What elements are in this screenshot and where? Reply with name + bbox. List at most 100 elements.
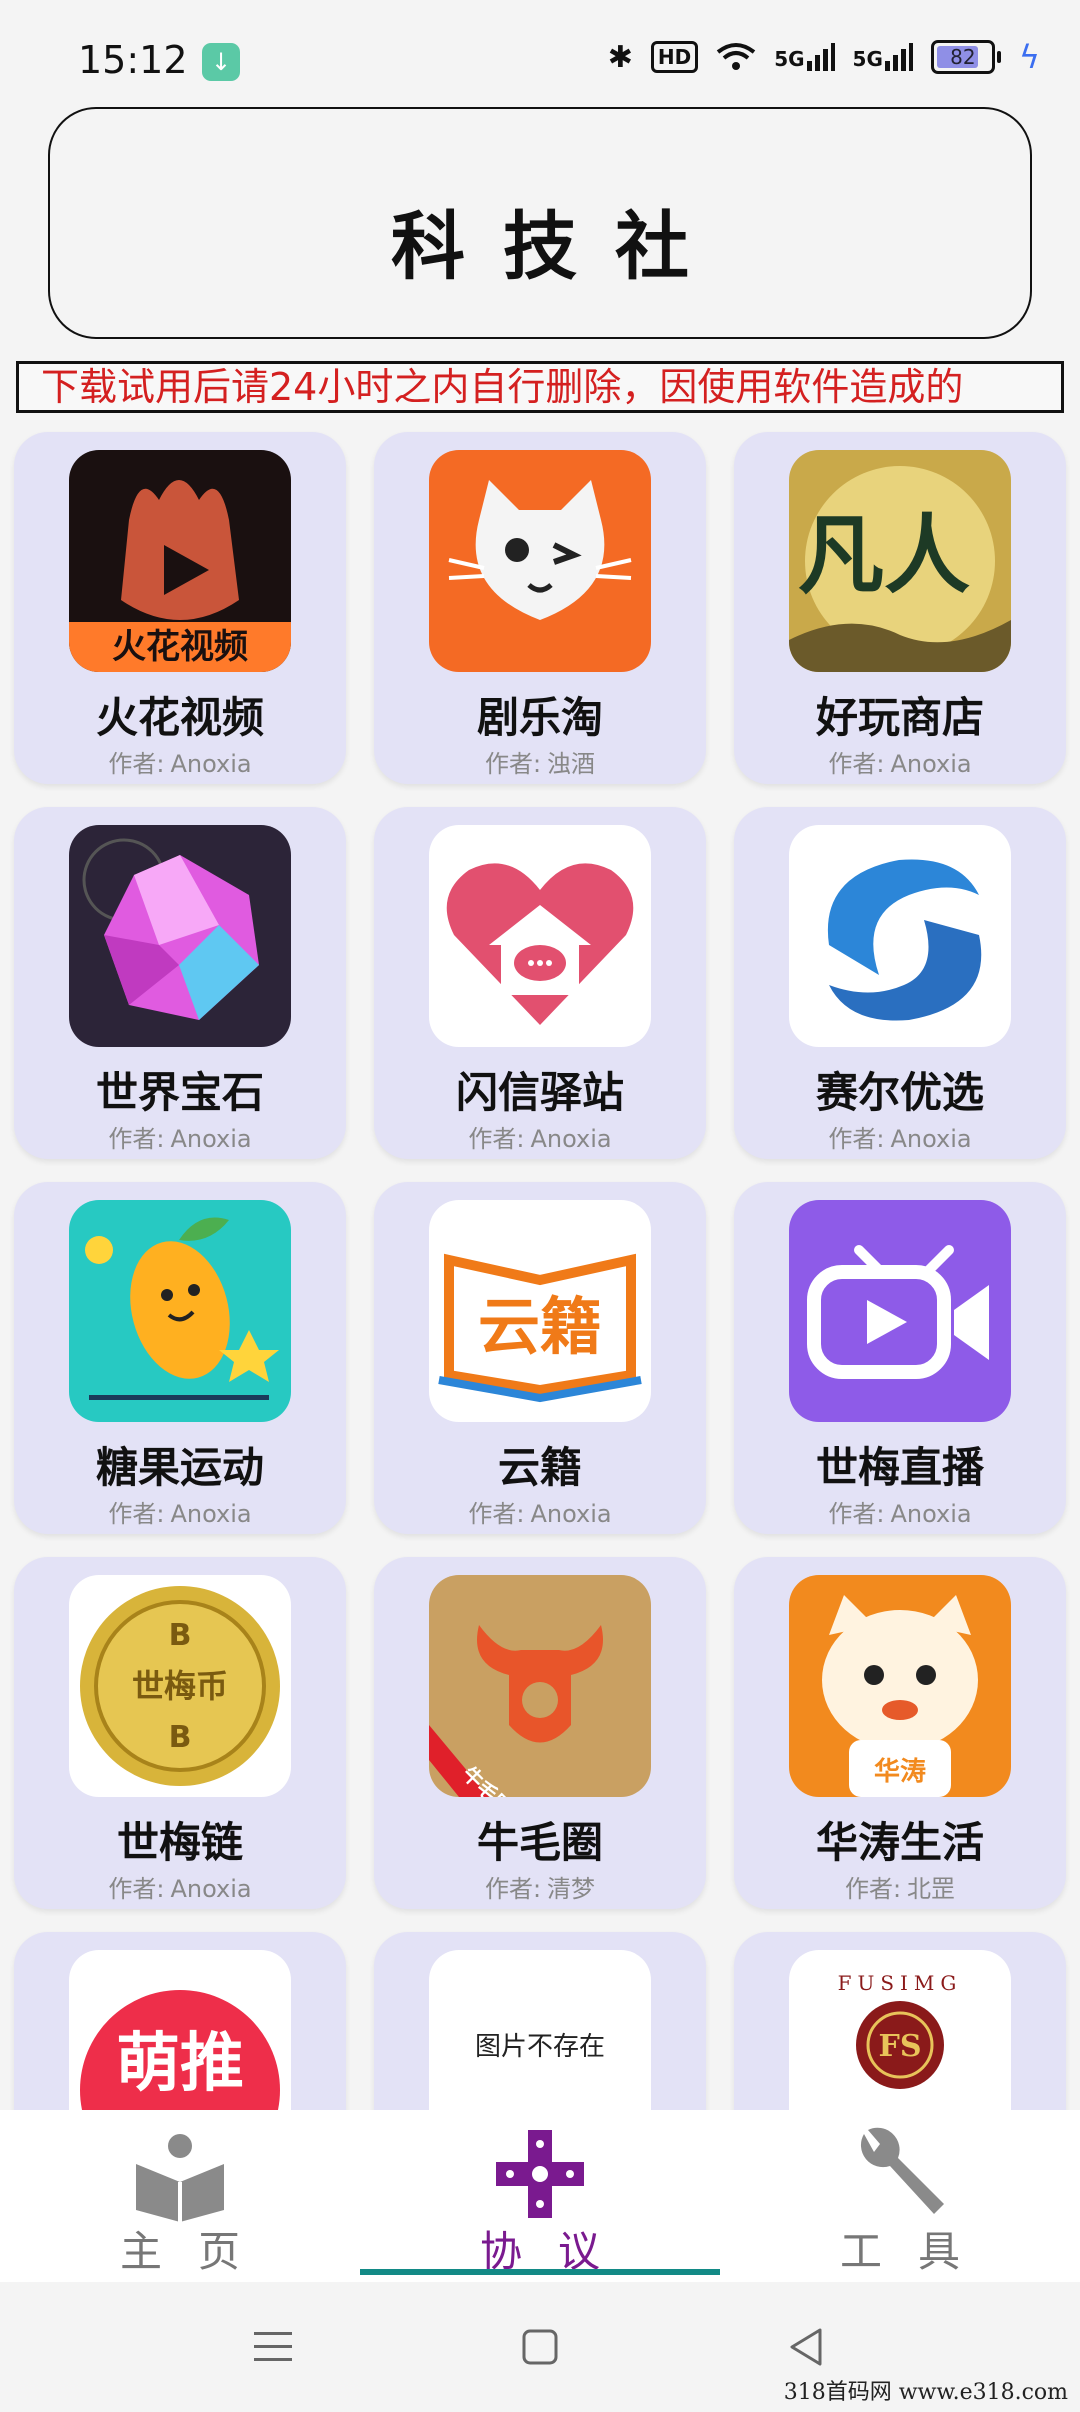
wifi-icon (716, 43, 756, 70)
svg-text:萌推: 萌推 (116, 2027, 244, 2101)
app-card[interactable]: 牛毛圈 牛毛圈 作者: 清梦 (374, 1557, 706, 1909)
author-prefix: 作者: (468, 1125, 525, 1153)
author-name: Anoxia (170, 1875, 252, 1903)
missing-image-icon: 图片不存在 (429, 1950, 651, 2110)
app-author: 作者: 北罡 (734, 1869, 1066, 1904)
status-bar: 15:12 ↓ ✱ HD 5G 5G 82 ϟ (0, 0, 1080, 120)
app-name: 糖果运动 (95, 1443, 264, 1492)
app-header: 科技社 (48, 107, 1032, 339)
author-prefix: 作者: (828, 1125, 885, 1153)
app-name: 世界宝石 (95, 1068, 264, 1117)
watermark: 318首码网 www.e318.com (783, 2380, 1068, 2405)
author-name: Anoxia (170, 1500, 252, 1528)
app-card[interactable]: 华涛 华涛生活 作者: 北罡 (734, 1557, 1066, 1909)
app-card[interactable]: 云籍 云籍 作者: Anoxia (374, 1182, 706, 1534)
app-card[interactable]: 凡人 好玩商店 作者: Anoxia (734, 432, 1066, 784)
author-name: 北罡 (907, 1875, 956, 1903)
author-name: Anoxia (170, 750, 252, 778)
system-nav-bar: 318首码网 www.e318.com (0, 2282, 1080, 2412)
app-name: 牛毛圈 (476, 1818, 603, 1867)
app-card[interactable]: 图片不存在 (374, 1932, 706, 2110)
heart-house-icon (429, 825, 651, 1047)
back-triangle-icon[interactable] (782, 2322, 832, 2372)
svg-text:FS: FS (879, 2029, 922, 2064)
app-grid: 火花视频 火花视频 作者: Anoxia 剧乐淘 作者: 浊酒 凡人 好玩商店 作者: Anoxia… (0, 424, 1080, 2110)
gold-coin-icon: B 世梅币 B (69, 1575, 291, 1797)
hd-voice-icon: HD (650, 41, 699, 73)
app-author: 作者: Anoxia (14, 744, 346, 779)
notice-marquee: ，下载试用后请24小时之内自行删除，因使用软件造成的 (16, 361, 1064, 413)
app-name: 华涛生活 (815, 1818, 984, 1867)
svg-text:华涛: 华涛 (874, 1756, 926, 1787)
app-card[interactable]: FUSIMGFSFusimg (734, 1932, 1066, 2110)
app-card[interactable]: 赛尔优选 作者: Anoxia (734, 807, 1066, 1159)
tab-agreement[interactable]: 协议 (360, 2110, 720, 2282)
author-prefix: 作者: (468, 1500, 525, 1528)
tab-tools-label: 工具 (839, 2227, 996, 2276)
wrench-icon (860, 2127, 944, 2214)
bull-icon: 牛毛圈 (429, 1575, 651, 1797)
charging-bolt-icon: ϟ (1018, 38, 1040, 76)
svg-text:图片不存在: 图片不存在 (475, 2032, 605, 2062)
author-name: 浊酒 (547, 750, 596, 778)
app-card[interactable]: 萌推 (14, 1932, 346, 2110)
author-prefix: 作者: (844, 1875, 902, 1903)
swirl-logo-icon (789, 825, 1011, 1047)
status-icons: ✱ HD 5G 5G 82 ϟ (608, 38, 1040, 76)
app-card[interactable]: 闪信驿站作者: Anoxia (374, 807, 706, 1159)
app-author: 作者: Anoxia (14, 1494, 346, 1529)
app-author: 作者: Anoxia (374, 1494, 706, 1529)
book-icon: 云籍 (429, 1200, 651, 1422)
reader-icon (136, 2134, 224, 2222)
author-name: Anoxia (890, 750, 972, 778)
author-name: Anoxia (530, 1125, 612, 1153)
tab-home[interactable]: 主页 (0, 2110, 360, 2282)
svg-text:凡人: 凡人 (798, 505, 970, 606)
app-card[interactable]: 火花视频 火花视频 作者: Anoxia (14, 432, 346, 784)
app-card[interactable]: 剧乐淘 作者: 浊酒 (374, 432, 706, 784)
app-name: 火花视频 (95, 693, 264, 742)
author-prefix: 作者: (108, 750, 165, 778)
cat-face-icon (429, 450, 651, 672)
author-prefix: 作者: (484, 750, 542, 778)
mengtui-icon: 萌推 (69, 1950, 291, 2110)
author-name: Anoxia (170, 1125, 252, 1153)
app-name: 闪信驿站 (455, 1068, 624, 1117)
author-prefix: 作者: (828, 750, 885, 778)
app-card[interactable]: 世界宝石 作者: Anoxia (14, 807, 346, 1159)
app-card[interactable]: B 世梅币 B 世梅链 作者: Anoxia (14, 1557, 346, 1909)
download-notification-icon: ↓ (202, 43, 240, 81)
home-square-icon[interactable] (515, 2322, 565, 2372)
tab-tools[interactable]: 工具 (720, 2110, 1080, 2282)
app-author: 作者: Anoxia (734, 1119, 1066, 1154)
huohua-video-icon: 火花视频 (69, 450, 291, 672)
gem-icon (69, 825, 291, 1047)
app-card[interactable]: 世梅直播 作者: Anoxia (734, 1182, 1066, 1534)
tv-play-icon (789, 1200, 1011, 1422)
app-name: 赛尔优选 (815, 1068, 984, 1117)
bluetooth-icon: ✱ (607, 39, 633, 75)
app-author: 作者: 浊酒 (374, 744, 706, 779)
fanren-icon: 凡人 (789, 450, 1011, 672)
app-author: 作者: Anoxia (14, 1869, 346, 1904)
author-prefix: 作者: (108, 1875, 165, 1903)
app-name: 世梅直播 (815, 1443, 984, 1492)
svg-text:B: B (169, 1720, 192, 1755)
status-time: 15:12 (78, 38, 188, 82)
app-card[interactable]: 糖果运动 作者: Anoxia (14, 1182, 346, 1534)
svg-text:B: B (169, 1618, 192, 1653)
app-author: 作者: Anoxia (14, 1119, 346, 1154)
author-prefix: 作者: (484, 1875, 542, 1903)
menu-icon[interactable] (248, 2322, 298, 2372)
tab-home-label: 主页 (119, 2227, 276, 2276)
gamepad-cross-icon (496, 2130, 584, 2218)
notice-text: ，下载试用后请24小时之内自行删除，因使用软件造成的 (16, 365, 964, 409)
app-author: 作者: Anoxia (734, 744, 1066, 779)
app-name: 世梅链 (116, 1818, 243, 1867)
svg-text:云籍: 云籍 (478, 1290, 602, 1363)
app-name: 好玩商店 (815, 693, 984, 742)
app-author: 作者: 清梦 (374, 1869, 706, 1904)
svg-text:FUSIMG: FUSIMG (838, 1971, 963, 1995)
author-name: 清梦 (547, 1875, 596, 1903)
author-prefix: 作者: (108, 1500, 165, 1528)
